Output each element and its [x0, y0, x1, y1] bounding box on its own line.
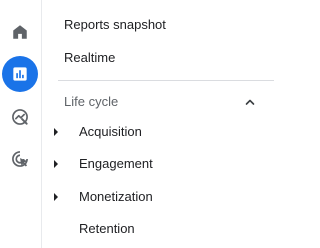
nav-item-label: Retention — [79, 221, 135, 236]
home-icon — [13, 25, 27, 39]
nav-item-acquisition[interactable]: Acquisition — [54, 123, 254, 141]
nav-item-engagement[interactable]: Engagement — [54, 155, 254, 173]
expand-arrow-icon[interactable] — [54, 160, 58, 168]
explore-button[interactable] — [2, 99, 38, 135]
home-button[interactable] — [2, 14, 38, 50]
app-window: Reports snapshot Realtime Life cycle Acq… — [0, 0, 289, 248]
nav-item-reports-snapshot[interactable]: Reports snapshot — [64, 17, 166, 33]
nav-item-retention[interactable]: Retention — [54, 220, 254, 238]
section-divider — [58, 80, 274, 81]
chevron-up-icon[interactable] — [244, 96, 256, 108]
nav-item-label: Monetization — [79, 189, 153, 204]
nav-item-monetization[interactable]: Monetization — [54, 188, 254, 206]
nav-item-realtime[interactable]: Realtime — [64, 50, 115, 66]
advertising-icon — [12, 151, 28, 167]
icon-rail — [0, 0, 41, 248]
reports-nav-panel: Reports snapshot Realtime Life cycle Acq… — [42, 0, 289, 248]
nav-item-label: Engagement — [79, 156, 153, 171]
section-title: Life cycle — [64, 94, 119, 109]
expand-arrow-icon[interactable] — [54, 128, 58, 136]
section-header-life-cycle[interactable]: Life cycle — [64, 94, 260, 110]
reports-icon — [13, 67, 27, 81]
reports-button[interactable] — [2, 56, 38, 92]
nav-item-label: Acquisition — [79, 124, 142, 139]
advertising-button[interactable] — [2, 141, 38, 177]
explore-icon — [12, 109, 28, 125]
expand-arrow-icon[interactable] — [54, 193, 58, 201]
